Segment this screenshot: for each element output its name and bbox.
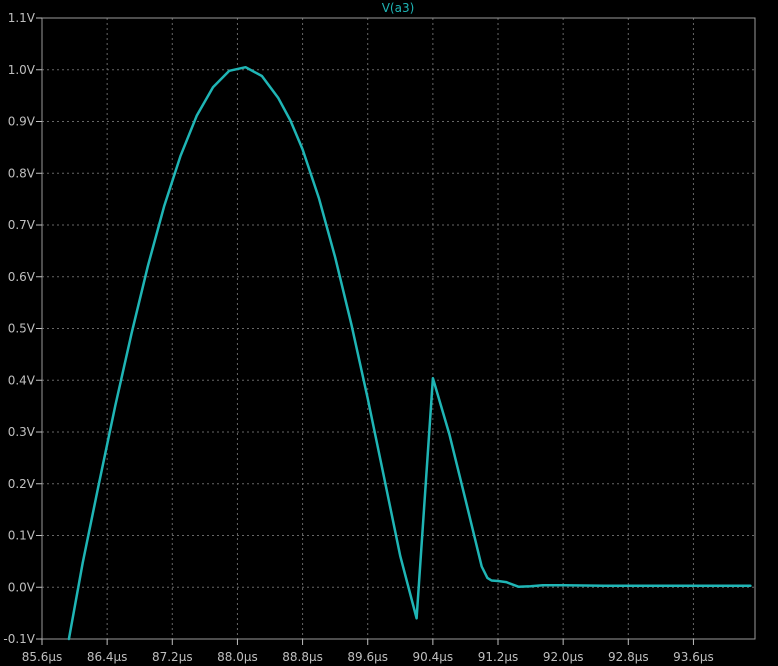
y-tick-label: 0.5V xyxy=(8,322,36,336)
x-tick-label: 88.0µs xyxy=(217,650,258,664)
x-tick-label: 90.4µs xyxy=(413,650,454,664)
series-layer xyxy=(67,65,752,641)
series-line-va3 xyxy=(67,65,752,641)
y-tick-label: 0.4V xyxy=(8,373,36,387)
x-tick-label: 88.8µs xyxy=(282,650,323,664)
axis-ticks: -0.1V 0.0V 0.1V 0.2V 0.3V 0.4V 0.5V 0.6V 0.7V 0.8… xyxy=(3,11,713,664)
x-tick-label: 89.6µs xyxy=(347,650,388,664)
chart-plot: -0.1V 0.0V 0.1V 0.2V 0.3V 0.4V 0.5V 0.6V 0.7V 0.8… xyxy=(3,1,756,664)
x-tick-label: 87.2µs xyxy=(152,650,193,664)
y-tick-label: 0.2V xyxy=(8,477,36,491)
x-tick-label: 85.6µs xyxy=(22,650,63,664)
x-tick-label: 91.2µs xyxy=(478,650,519,664)
y-tick-label: 0.1V xyxy=(8,529,36,543)
y-tick-label: 0.0V xyxy=(8,580,36,594)
y-tick-label: 0.7V xyxy=(8,218,36,232)
y-tick-label: 1.0V xyxy=(8,63,36,77)
x-tick-label: 92.8µs xyxy=(608,650,649,664)
y-tick-label: 1.1V xyxy=(8,11,36,25)
chart-title: V(a3) xyxy=(382,1,415,15)
y-tick-label: 0.8V xyxy=(8,166,36,180)
y-tick-label: 0.3V xyxy=(8,425,36,439)
y-tick-label: 0.6V xyxy=(8,270,36,284)
x-tick-label: 93.6µs xyxy=(673,650,714,664)
y-tick-label: -0.1V xyxy=(3,632,35,646)
x-tick-label: 86.4µs xyxy=(87,650,128,664)
y-tick-label: 0.9V xyxy=(8,115,36,129)
x-tick-label: 92.0µs xyxy=(543,650,584,664)
